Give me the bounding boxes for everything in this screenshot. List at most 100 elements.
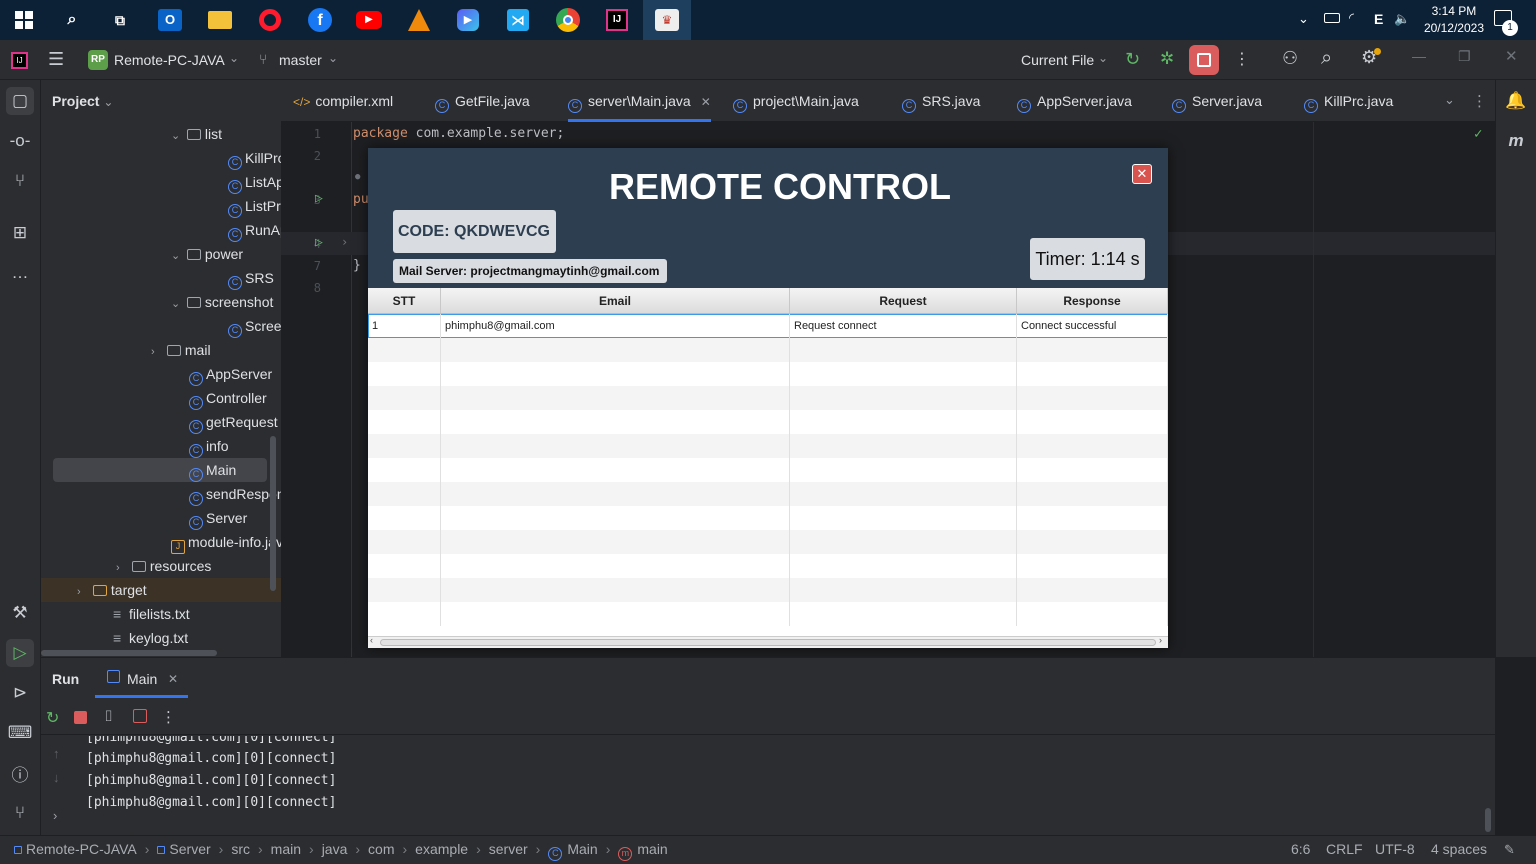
tree-item-srs[interactable]: C SRS <box>228 266 274 290</box>
main-menu-icon[interactable]: ☰ <box>48 49 64 70</box>
rerun-icon[interactable]: ↻ <box>1125 49 1140 70</box>
column-header-response[interactable]: Response <box>1017 288 1168 314</box>
tree-item-target[interactable]: › target <box>41 578 281 602</box>
git-icon[interactable]: ⑂ <box>6 799 34 827</box>
editor-tab-srs-java[interactable]: C SRS.java <box>902 80 980 122</box>
project-panel-title[interactable]: Project ⌄ <box>52 93 113 109</box>
run-gutter-icon[interactable]: ▷ <box>315 191 323 206</box>
build-icon[interactable]: ⚒ <box>6 599 34 627</box>
editor-tab-project-main-java[interactable]: Cproject\Main.java <box>733 80 859 122</box>
restore-icon[interactable]: ❐ <box>1458 48 1471 65</box>
scrollbar-thumb[interactable] <box>380 639 1156 646</box>
chevron-icon[interactable]: ⌄ <box>171 292 183 316</box>
scroll-down-icon[interactable]: ↓ <box>53 770 60 785</box>
breadcrumb-item[interactable]: Server <box>157 841 211 857</box>
tree-item-getrequest[interactable]: CgetRequest <box>189 410 278 434</box>
breadcrumb-item[interactable]: com <box>368 841 394 857</box>
readonly-lock-icon[interactable]: ✎ <box>1504 837 1515 863</box>
tree-item-filelists-txt[interactable]: ≡ filelists.txt <box>113 602 190 626</box>
clock[interactable]: 3:14 PM 20/12/2023 <box>1424 3 1484 37</box>
line-separator[interactable]: CRLF <box>1326 836 1363 862</box>
editor-tab-appserver-java[interactable]: C AppServer.java <box>1017 80 1132 122</box>
fold-chevron-icon[interactable]: › <box>341 235 348 249</box>
tree-item-keylog-txt[interactable]: ≡ keylog.txt <box>113 626 188 650</box>
tree-item-main[interactable]: C Main <box>53 458 267 482</box>
scroll-right-icon[interactable]: › <box>1159 635 1162 645</box>
expand-icon[interactable]: › <box>53 808 57 823</box>
maven-icon[interactable]: m <box>1502 127 1530 155</box>
tree-item-screenshot[interactable]: ⌄ screenshot <box>171 290 273 314</box>
opera-icon[interactable] <box>254 4 286 36</box>
tree-item-info[interactable]: Cinfo <box>189 434 229 458</box>
commit-icon[interactable]: -o- <box>6 127 34 155</box>
file-encoding[interactable]: UTF-8 <box>1375 836 1415 862</box>
volume-icon[interactable]: 🔈 <box>1394 11 1410 27</box>
table-row[interactable] <box>368 338 1168 362</box>
run-tab-main[interactable]: Main ✕ <box>95 658 188 698</box>
table-row[interactable] <box>368 530 1168 554</box>
tree-item-killprc[interactable]: C KillPrc <box>228 146 281 170</box>
search-icon[interactable]: ⌕ <box>56 4 88 36</box>
tree-item-list[interactable]: ⌄ list <box>171 122 222 146</box>
language-indicator[interactable]: E <box>1374 11 1383 27</box>
column-header-email[interactable]: Email <box>441 288 790 314</box>
file-explorer-icon[interactable] <box>204 4 236 36</box>
pull-requests-icon[interactable]: ⑂ <box>6 167 34 195</box>
chevron-icon[interactable]: › <box>151 340 163 364</box>
table-row[interactable] <box>368 410 1168 434</box>
chevron-icon[interactable]: › <box>116 556 128 580</box>
indent-setting[interactable]: 4 spaces <box>1431 836 1487 862</box>
breadcrumb-item[interactable]: java <box>322 841 348 857</box>
wifi-icon[interactable]: ◜ <box>1349 10 1354 26</box>
run-gutter-icon[interactable]: ▷ <box>315 235 323 250</box>
run-config-selector[interactable]: Current File <box>1021 52 1094 68</box>
youtube-icon[interactable]: ▶ <box>353 4 385 36</box>
outlook-icon[interactable]: O <box>154 4 186 36</box>
chevron-icon[interactable]: ⌄ <box>171 124 183 148</box>
table-row[interactable] <box>368 458 1168 482</box>
editor-tab-killprc-java[interactable]: C KillPrc.java <box>1304 80 1393 122</box>
debug-icon[interactable]: ✲ <box>1160 49 1174 69</box>
intellij-icon[interactable]: IJ <box>601 4 633 36</box>
editor-tab-getfile-java[interactable]: C GetFile.java <box>435 80 530 122</box>
tabs-dropdown-icon[interactable]: ⌄ <box>1444 92 1455 108</box>
stop-button[interactable] <box>1189 45 1219 75</box>
close-tab-icon[interactable]: ✕ <box>701 95 711 109</box>
exit-icon[interactable] <box>133 709 147 723</box>
breadcrumb-item[interactable]: main <box>271 841 301 857</box>
tree-item-listapp[interactable]: CListApp <box>228 170 281 194</box>
breadcrumb-item[interactable]: Remote-PC-JAVA <box>14 841 137 857</box>
facebook-icon[interactable]: f <box>304 4 336 36</box>
java-app-icon[interactable]: ♛ <box>643 0 691 40</box>
structure-icon[interactable]: ⊞ <box>6 219 34 247</box>
tray-chevron-icon[interactable]: ⌄ <box>1298 11 1309 27</box>
rerun-icon[interactable]: ↻ <box>46 708 59 728</box>
tree-item-runapp[interactable]: CRunApp <box>228 218 281 242</box>
tree-item-power[interactable]: ⌄ power <box>171 242 243 266</box>
table-row[interactable] <box>368 506 1168 530</box>
more-options-icon[interactable]: ⋮ <box>161 708 176 726</box>
minimize-icon[interactable]: — <box>1412 48 1426 64</box>
editor-tab-compiler-xml[interactable]: </> compiler.xml <box>293 80 393 122</box>
task-view-icon[interactable]: ⧉ <box>104 4 136 36</box>
table-row[interactable] <box>368 482 1168 506</box>
scroll-up-icon[interactable]: ↑ <box>53 746 60 761</box>
windows-start-icon[interactable] <box>8 4 40 36</box>
close-tab-icon[interactable]: ✕ <box>168 672 178 686</box>
tree-item-screenshot[interactable]: CScreenshot <box>228 314 281 338</box>
more-tools-icon[interactable]: … <box>6 259 34 287</box>
tree-item-controller[interactable]: C Controller <box>189 386 267 410</box>
column-header-request[interactable]: Request <box>790 288 1017 314</box>
tree-item-sendresponse[interactable]: CsendResponse <box>189 482 281 506</box>
editor-tab-server-main-java[interactable]: Cserver\Main.java ✕ <box>568 80 711 122</box>
vlc-icon[interactable] <box>403 4 435 36</box>
battery-icon[interactable] <box>1324 13 1340 23</box>
terminal-icon[interactable]: ⌨ <box>6 719 34 747</box>
run-tool-icon[interactable]: ▷ <box>6 639 34 667</box>
close-window-icon[interactable]: ✕ <box>1505 47 1518 65</box>
table-horizontal-scrollbar[interactable]: ‹ › <box>368 635 1168 648</box>
editor-tab-server-java[interactable]: C Server.java <box>1172 80 1262 122</box>
clipchamp-icon[interactable]: ▶ <box>452 4 484 36</box>
tree-item-mail[interactable]: › mail <box>151 338 211 362</box>
project-tool-icon[interactable]: ▢ <box>6 87 34 115</box>
